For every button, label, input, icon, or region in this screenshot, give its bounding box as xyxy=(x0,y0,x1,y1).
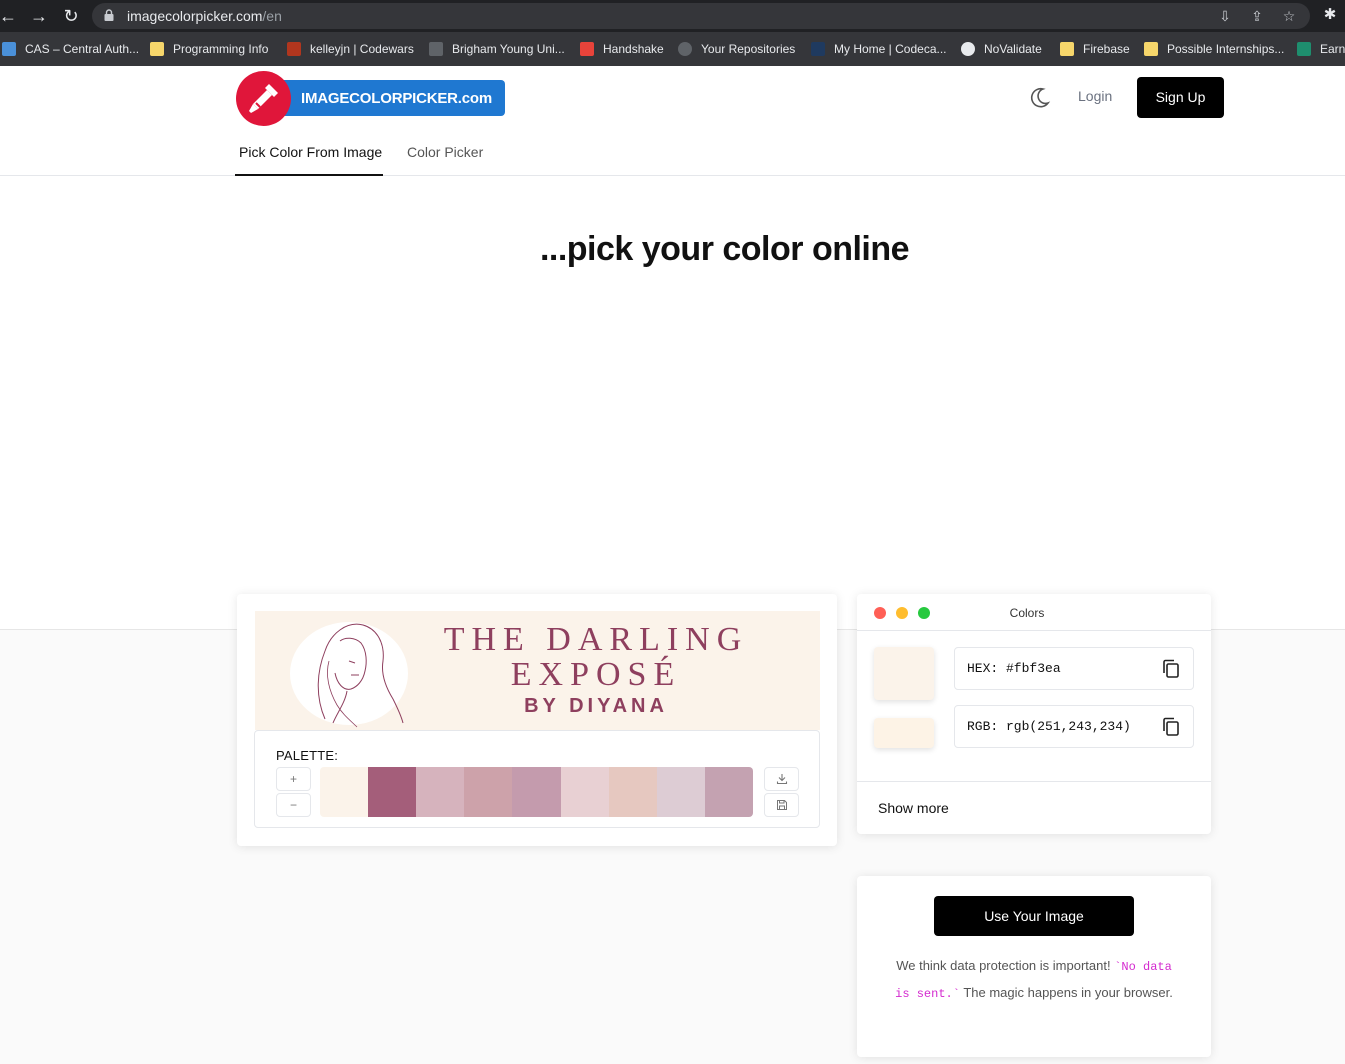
globe-icon xyxy=(961,42,975,56)
address-bar[interactable]: imagecolorpicker.com/en ⇩ ⇪ ☆ xyxy=(92,3,1310,29)
handshake-icon xyxy=(580,42,594,56)
bookmark-programming-info[interactable]: Programming Info xyxy=(150,39,268,59)
browser-toolbar: ← → ↻ imagecolorpicker.com/en ⇩ ⇪ ☆ ✱ xyxy=(0,0,1345,32)
privacy-notice: We think data protection is important! `… xyxy=(895,953,1173,1007)
banner-title-line1: THE DARLING xyxy=(443,621,749,658)
divider xyxy=(857,630,1211,631)
bookmark-novalidate[interactable]: NoValidate xyxy=(961,39,1042,59)
cas-icon xyxy=(2,42,16,56)
bookmark-codewars[interactable]: kelleyjn | Codewars xyxy=(287,39,414,59)
hex-value-field[interactable]: HEX: #fbf3ea xyxy=(954,647,1194,690)
save-palette-button[interactable] xyxy=(764,793,799,817)
page-title: ...pick your color online xyxy=(539,230,910,268)
palette-label: PALETTE: xyxy=(276,748,339,763)
folder-icon xyxy=(1144,42,1158,56)
uploaded-image[interactable]: THE DARLING EXPOSÉ BY DIYANA xyxy=(255,611,820,730)
palette-panel: PALETTE: + − xyxy=(254,730,820,828)
logo-text[interactable]: IMAGECOLORPICKER.com xyxy=(301,90,492,107)
image-preview-card: THE DARLING EXPOSÉ BY DIYANA PALETTE: + … xyxy=(237,594,837,846)
bookmark-byu[interactable]: Brigham Young Uni... xyxy=(429,39,565,59)
bookmark-star-icon[interactable]: ☆ xyxy=(1280,7,1298,25)
tab-pick-color-from-image[interactable]: Pick Color From Image xyxy=(239,144,382,160)
colors-panel: Colors HEX: #fbf3ea RGB: rgb(251,243,234… xyxy=(857,594,1211,834)
colors-panel-title: Colors xyxy=(1009,606,1045,620)
install-icon[interactable]: ⇩ xyxy=(1216,7,1234,25)
bookmarks-bar: CAS – Central Auth... Programming Info k… xyxy=(0,32,1345,66)
forward-arrow-icon[interactable]: → xyxy=(27,4,51,28)
palette-swatch[interactable] xyxy=(656,767,705,817)
download-palette-button[interactable] xyxy=(764,767,799,791)
download-icon xyxy=(776,774,787,785)
palette-swatch[interactable] xyxy=(368,767,417,817)
extensions-puzzle-icon[interactable]: ✱ xyxy=(1320,5,1340,25)
bookmark-handshake[interactable]: Handshake xyxy=(580,39,664,59)
divider xyxy=(857,781,1211,782)
palette-swatch[interactable] xyxy=(560,767,609,817)
previous-color-swatch xyxy=(874,718,934,748)
add-color-button[interactable]: + xyxy=(276,767,311,791)
signup-button[interactable]: Sign Up xyxy=(1137,77,1224,118)
palette-swatch[interactable] xyxy=(512,767,561,817)
bookmark-earn[interactable]: Earn xyxy=(1297,39,1345,59)
bookmark-repositories[interactable]: Your Repositories xyxy=(678,39,795,59)
palette-swatch[interactable] xyxy=(320,767,369,817)
rgb-value: RGB: rgb(251,243,234) xyxy=(967,719,1131,734)
codewars-icon xyxy=(287,42,301,56)
back-arrow-icon[interactable]: ← xyxy=(0,4,20,28)
tab-color-picker[interactable]: Color Picker xyxy=(407,144,483,160)
palette-swatch[interactable] xyxy=(464,767,513,817)
show-more-link[interactable]: Show more xyxy=(878,800,949,816)
coursera-icon xyxy=(1297,42,1311,56)
bookmark-firebase[interactable]: Firebase xyxy=(1060,39,1130,59)
upload-card: Use Your Image We think data protection … xyxy=(857,876,1211,1057)
copy-icon[interactable] xyxy=(1161,658,1181,680)
banner-subtitle: BY DIYANA xyxy=(524,695,668,717)
lock-icon xyxy=(104,9,114,21)
bookmark-internships[interactable]: Possible Internships... xyxy=(1144,39,1284,59)
privacy-text-end: The magic happens in your browser. xyxy=(959,985,1173,1000)
github-icon xyxy=(678,42,692,56)
share-icon[interactable]: ⇪ xyxy=(1248,7,1266,25)
reload-icon[interactable]: ↻ xyxy=(59,4,83,28)
rgb-value-field[interactable]: RGB: rgb(251,243,234) xyxy=(954,705,1194,748)
codecademy-icon xyxy=(811,42,825,56)
byu-icon xyxy=(429,42,443,56)
palette-swatch[interactable] xyxy=(704,767,753,817)
banner-title-line2: EXPOSÉ xyxy=(510,656,682,693)
privacy-text: We think data protection is important! xyxy=(896,958,1115,973)
save-icon xyxy=(776,800,787,810)
moon-icon[interactable] xyxy=(1025,84,1053,112)
active-tab-indicator xyxy=(235,174,383,176)
site-header: IMAGECOLORPICKER.com Login Sign Up Pick … xyxy=(0,66,1345,176)
palette-swatch[interactable] xyxy=(416,767,465,817)
logo-badge[interactable] xyxy=(236,71,291,126)
selected-color-swatch xyxy=(874,647,934,700)
bookmark-codecademy[interactable]: My Home | Codeca... xyxy=(811,39,947,59)
folder-icon xyxy=(1060,42,1074,56)
url-text: imagecolorpicker.com/en xyxy=(127,8,282,24)
palette-swatches xyxy=(320,767,753,817)
eyedropper-icon xyxy=(249,84,278,113)
bookmark-cas[interactable]: CAS – Central Auth... xyxy=(2,39,139,59)
copy-icon[interactable] xyxy=(1161,716,1181,738)
login-link[interactable]: Login xyxy=(1078,88,1112,104)
hex-value: HEX: #fbf3ea xyxy=(967,661,1061,676)
folder-icon xyxy=(150,42,164,56)
remove-color-button[interactable]: − xyxy=(276,793,311,817)
palette-swatch[interactable] xyxy=(608,767,657,817)
use-your-image-button[interactable]: Use Your Image xyxy=(934,896,1134,936)
